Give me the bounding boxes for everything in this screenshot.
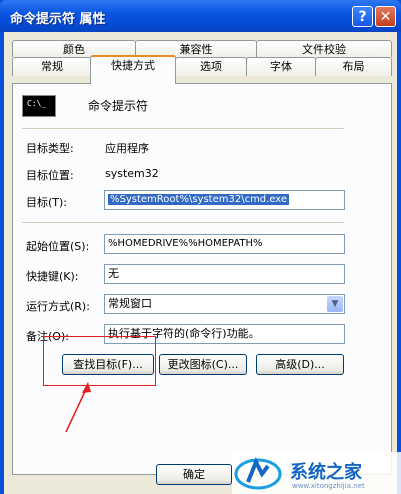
watermark-logo: 系统之家 www.xitongzhijia.net xyxy=(232,452,401,494)
watermark-url: www.xitongzhijia.net xyxy=(292,482,365,490)
tab-shortcut[interactable]: 快捷方式 xyxy=(90,55,176,84)
properties-window: 命令提示符 属性 ? ✕ 颜色 兼容性 文件校验 常规 快捷方式 选项 字体 布… xyxy=(0,0,401,494)
annotation-arrow-icon xyxy=(65,382,91,433)
watermark-text: 系统之家 xyxy=(290,462,362,483)
